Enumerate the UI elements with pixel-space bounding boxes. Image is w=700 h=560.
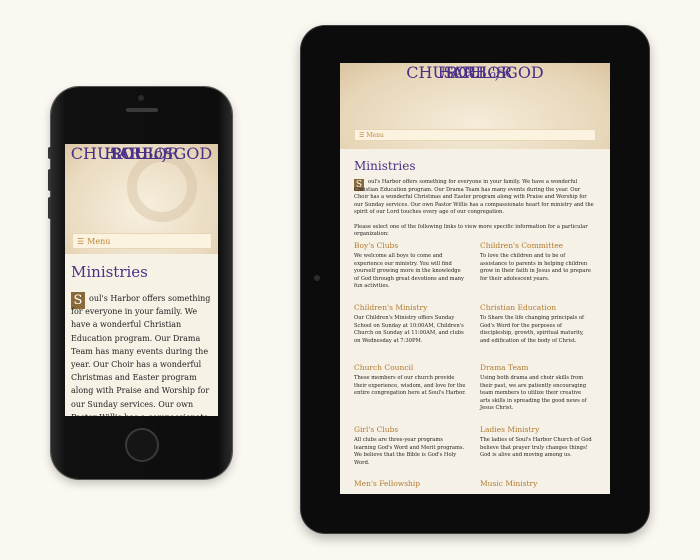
org-description: The ladies of Soul's Harbor Church of Go… — [480, 437, 592, 459]
phone-camera — [138, 95, 144, 101]
org-ladies-ministry: Ladies Ministry The ladies of Soul's Har… — [480, 425, 592, 460]
intro-paragraph: oul's Harbor offers something for everyo… — [354, 179, 594, 215]
logo-god: GOD — [173, 144, 213, 163]
org-description: Using both drama and choir skills from t… — [480, 375, 587, 412]
logo-church: CHURCH — [70, 144, 149, 163]
org-christian-education: Christian Education To Share the life ch… — [480, 303, 592, 345]
org-childrens-committee: Children's Committee To love the childre… — [480, 241, 592, 283]
org-description: To Share the life changing principals of… — [480, 315, 584, 344]
logo-line-church-of-god[interactable]: CHURCH of GOD — [340, 63, 610, 82]
org-link[interactable]: Children's Ministry — [354, 303, 466, 313]
tablet-camera — [314, 275, 320, 281]
hamburger-icon: ☰ — [359, 131, 365, 139]
home-button[interactable] — [125, 428, 159, 462]
menu-button[interactable]: ☰ Menu — [354, 129, 596, 141]
org-description: We welcome all boys to come and experien… — [354, 253, 464, 290]
content-area: Ministries S oul's Harbor offers somethi… — [65, 254, 218, 416]
org-link[interactable]: Ladies Ministry — [480, 425, 592, 435]
org-link[interactable]: Men's Fellowship — [354, 479, 466, 489]
phone-device: SOUL'S HARBOR CHURCH of GOD ☰ Menu Minis… — [48, 87, 232, 479]
menu-label: Menu — [366, 131, 384, 139]
org-link[interactable]: Boy's Clubs — [354, 241, 466, 251]
org-description: These members of our church provide thei… — [354, 375, 466, 397]
phone-mute-switch — [48, 147, 51, 159]
org-link[interactable]: Music Ministry — [480, 479, 592, 489]
page-title: Ministries — [354, 159, 416, 173]
logo-of: of — [153, 145, 169, 163]
org-mens-fellowship: Men's Fellowship — [354, 479, 466, 491]
org-girls-clubs: Girl's Clubs All clubs are three-year pr… — [354, 425, 466, 467]
intro-paragraph: oul's Harbor offers something for everyo… — [71, 294, 211, 416]
org-link[interactable]: Christian Education — [480, 303, 592, 313]
org-link[interactable]: Children's Committee — [480, 241, 592, 251]
org-link[interactable]: Drama Team — [480, 363, 592, 373]
org-link[interactable]: Girl's Clubs — [354, 425, 466, 435]
hamburger-icon: ☰ — [77, 236, 85, 246]
org-drama-team: Drama Team Using both drama and choir sk… — [480, 363, 592, 413]
logo-line-church-of-god[interactable]: CHURCH of GOD — [65, 144, 218, 163]
tablet-screen: SOUL'S HARBOR CHURCH of GOD ☰ Menu Minis… — [340, 63, 610, 494]
site-header: SOUL'S HARBOR CHURCH of GOD ☰ Menu — [65, 144, 218, 254]
org-link[interactable]: Church Council — [354, 363, 466, 373]
select-instructions: Please select one of the following links… — [354, 224, 588, 237]
org-childrens-ministry: Children's Ministry Our Children's Minis… — [354, 303, 466, 345]
menu-button[interactable]: ☰ Menu — [72, 233, 212, 249]
org-church-council: Church Council These members of our chur… — [354, 363, 466, 398]
org-boys-clubs: Boy's Clubs We welcome all boys to come … — [354, 241, 466, 291]
phone-speaker — [126, 108, 158, 112]
logo-church: CHURCH — [406, 63, 485, 82]
org-description: To love the children and to be of assist… — [480, 253, 591, 282]
logo-god: GOD — [505, 63, 544, 82]
tablet-device: SOUL'S HARBOR CHURCH of GOD ☰ Menu Minis… — [301, 26, 649, 533]
phone-volume-down — [48, 197, 51, 219]
site-header: SOUL'S HARBOR CHURCH of GOD ☰ Menu — [340, 63, 610, 149]
phone-volume-up — [48, 169, 51, 191]
menu-label: Menu — [87, 236, 111, 246]
page-title: Ministries — [71, 263, 148, 281]
logo-of: of — [489, 68, 500, 81]
org-description: All clubs are three-year programs learni… — [354, 437, 465, 466]
org-description: Our Children's Ministry offers Sunday Sc… — [354, 315, 464, 344]
phone-screen: SOUL'S HARBOR CHURCH of GOD ☰ Menu Minis… — [65, 144, 218, 416]
org-music-ministry: Music Ministry — [480, 479, 592, 491]
